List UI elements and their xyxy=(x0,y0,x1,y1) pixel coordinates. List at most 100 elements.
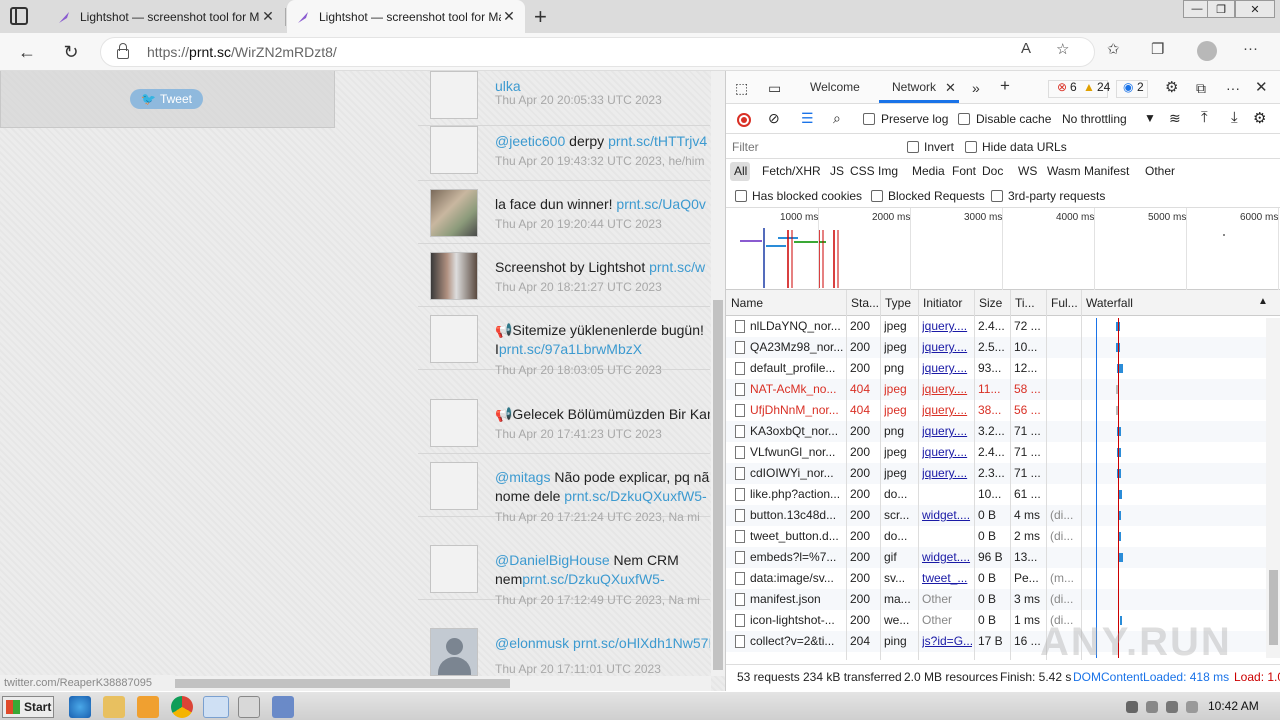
table-row[interactable]: cdIOIWYi_nor... 200 jpeg jquery.... 2.3... 71… xyxy=(726,463,1266,484)
media-player-icon[interactable] xyxy=(137,696,159,718)
cell-initiator[interactable]: Other xyxy=(922,592,972,606)
type-filter-all[interactable]: All xyxy=(734,164,747,178)
settings-gear-icon[interactable]: ⚙ xyxy=(1165,78,1178,96)
start-button[interactable]: Start xyxy=(2,696,54,718)
cell-initiator[interactable]: jquery.... xyxy=(922,403,972,417)
column-header[interactable]: Waterfall xyxy=(1086,296,1133,310)
cell-name[interactable]: manifest.json xyxy=(750,592,844,606)
add-favorite-icon[interactable]: ☆ xyxy=(1056,40,1069,58)
cell-initiator[interactable]: jquery.... xyxy=(922,424,972,438)
cell-name[interactable]: like.php?action... xyxy=(750,487,844,501)
user-link[interactable]: @DanielBigHouse xyxy=(495,552,610,568)
column-header[interactable]: Ti... xyxy=(1015,296,1035,310)
type-filter-other[interactable]: Other xyxy=(1145,164,1175,178)
table-scroll-thumb[interactable] xyxy=(1269,570,1278,645)
type-filter-doc[interactable]: Doc xyxy=(982,164,1003,178)
cell-name[interactable]: collect?v=2&ti... xyxy=(750,634,844,648)
column-header[interactable]: Type xyxy=(885,296,911,310)
import-har-icon[interactable]: ⤒ xyxy=(1201,109,1208,126)
user-link[interactable]: @mitags xyxy=(495,469,550,485)
more-tabs-icon[interactable]: » xyxy=(972,80,980,96)
screenshot-thumbnail[interactable] xyxy=(430,399,478,447)
user-link[interactable]: @jeetic600 xyxy=(495,133,565,149)
table-row[interactable]: VLfwunGl_nor... 200 jpeg jquery.... 2.4... 71… xyxy=(726,442,1266,463)
screenshot-link[interactable]: prnt.sc/UaQ0v xyxy=(616,196,705,212)
table-row[interactable]: NAT-AcMk_no... 404 jpeg jquery.... 11... 58 .… xyxy=(726,379,1266,400)
table-row[interactable]: default_profile... 200 png jquery.... 93... 1… xyxy=(726,358,1266,379)
cell-name[interactable]: data:image/sv... xyxy=(750,571,844,585)
cell-initiator[interactable]: jquery.... xyxy=(922,466,972,480)
table-row[interactable]: tweet_button.d... 200 do... 0 B 2 ms (di... xyxy=(726,526,1266,547)
type-filter-img[interactable]: Img xyxy=(878,164,898,178)
blocked-requests-checkbox[interactable] xyxy=(871,190,883,202)
screenshot-link[interactable]: prnt.sc/DzkuQXuxfW5- xyxy=(522,571,664,587)
close-tab-icon[interactable]: ✕ xyxy=(260,8,276,25)
cell-name[interactable]: KA3oxbQt_nor... xyxy=(750,424,844,438)
filter-input[interactable] xyxy=(732,138,892,156)
cell-name[interactable]: tweet_button.d... xyxy=(750,529,844,543)
type-filter-js[interactable]: JS xyxy=(830,164,844,178)
network-tray-icon[interactable] xyxy=(1166,701,1178,713)
user-link[interactable]: @elonmusk xyxy=(495,635,569,651)
back-arrow-icon[interactable]: ← xyxy=(14,39,40,65)
profile-avatar-icon[interactable] xyxy=(1197,41,1217,61)
cell-initiator[interactable]: widget.... xyxy=(922,508,972,522)
column-header[interactable]: Ful... xyxy=(1051,296,1078,310)
screenshot-thumbnail[interactable] xyxy=(430,462,478,510)
volume-tray-icon[interactable] xyxy=(1186,701,1198,713)
screenshot-link[interactable]: ulka xyxy=(495,78,521,94)
table-row[interactable]: data:image/sv... 200 sv... tweet_... 0 B Pe..… xyxy=(726,568,1266,589)
cell-name[interactable]: UfjDhNnM_nor... xyxy=(750,403,844,417)
preserve-log-checkbox[interactable] xyxy=(863,113,875,125)
cell-initiator[interactable]: Other xyxy=(922,613,972,627)
chevron-down-icon[interactable]: ▼ xyxy=(1144,111,1156,125)
cell-name[interactable]: nlLDaYNQ_nor... xyxy=(750,319,844,333)
chrome-icon[interactable] xyxy=(171,696,193,718)
table-row[interactable]: nlLDaYNQ_nor... 200 jpeg jquery.... 2.4... 72… xyxy=(726,318,1266,337)
clear-icon[interactable]: ⊘ xyxy=(768,110,780,127)
page-scroll-thumb[interactable] xyxy=(713,300,723,670)
record-icon[interactable] xyxy=(737,113,751,127)
tab-welcome[interactable]: Welcome xyxy=(810,80,860,94)
cell-initiator[interactable]: jquery.... xyxy=(922,382,972,396)
third-party-checkbox[interactable] xyxy=(991,190,1003,202)
browser-tab-1[interactable]: Lightshot — screenshot tool for Ma ✕ xyxy=(48,0,284,33)
network-app-icon[interactable] xyxy=(272,696,294,718)
cell-initiator[interactable]: jquery.... xyxy=(922,361,972,375)
inspect-element-icon[interactable]: ⬚ xyxy=(735,80,748,97)
cell-initiator[interactable]: jquery.... xyxy=(922,319,972,333)
screenshot-thumbnail[interactable] xyxy=(430,252,478,300)
display-tray-icon[interactable] xyxy=(1146,701,1158,713)
cell-name[interactable]: button.13c48d... xyxy=(750,508,844,522)
invert-checkbox[interactable] xyxy=(907,141,919,153)
cell-name[interactable]: embeds?l=%7... xyxy=(750,550,844,564)
export-har-icon[interactable]: ⤓ xyxy=(1231,109,1238,126)
maximize-icon[interactable]: ❐ xyxy=(1207,0,1235,18)
add-tab-icon[interactable]: + xyxy=(1000,76,1010,96)
app-window-icon[interactable] xyxy=(238,696,260,718)
cell-initiator[interactable]: jquery.... xyxy=(922,340,972,354)
screenshot-thumbnail[interactable] xyxy=(430,189,478,237)
network-settings-icon[interactable]: ⚙ xyxy=(1253,109,1266,127)
table-row[interactable]: manifest.json 200 ma... Other 0 B 3 ms (di... xyxy=(726,589,1266,610)
favorites-icon[interactable]: ✩ xyxy=(1107,40,1120,58)
cell-initiator[interactable]: jquery.... xyxy=(922,445,972,459)
browser-tab-2-active[interactable]: Lightshot — screenshot tool for Ma ✕ xyxy=(287,0,525,33)
clock[interactable]: 10:42 AM xyxy=(1208,699,1259,713)
type-filter-wasm[interactable]: Wasm xyxy=(1047,164,1081,178)
blocked-cookies-checkbox[interactable] xyxy=(735,190,747,202)
type-filter-font[interactable]: Font xyxy=(952,164,976,178)
close-network-tab-icon[interactable]: ✕ xyxy=(945,80,956,96)
lock-icon[interactable] xyxy=(117,43,129,59)
type-filter-media[interactable]: Media xyxy=(912,164,945,178)
table-row[interactable]: UfjDhNnM_nor... 404 jpeg jquery.... 38... 56 … xyxy=(726,400,1266,421)
user-avatar[interactable] xyxy=(430,628,478,676)
cell-name[interactable]: NAT-AcMk_no... xyxy=(750,382,844,396)
type-filter-manifest[interactable]: Manifest xyxy=(1084,164,1129,178)
url-text[interactable]: https://prnt.sc/WirZN2mRDzt8/ xyxy=(147,44,337,60)
screenshot-link[interactable]: prnt.sc/DzkuQXuxfW5- xyxy=(564,488,706,504)
search-icon[interactable]: ⌕ xyxy=(833,110,841,127)
read-aloud-icon[interactable]: A xyxy=(1021,40,1031,57)
tab-network[interactable]: Network xyxy=(892,80,936,94)
devtools-more-icon[interactable]: ··· xyxy=(1226,80,1240,96)
